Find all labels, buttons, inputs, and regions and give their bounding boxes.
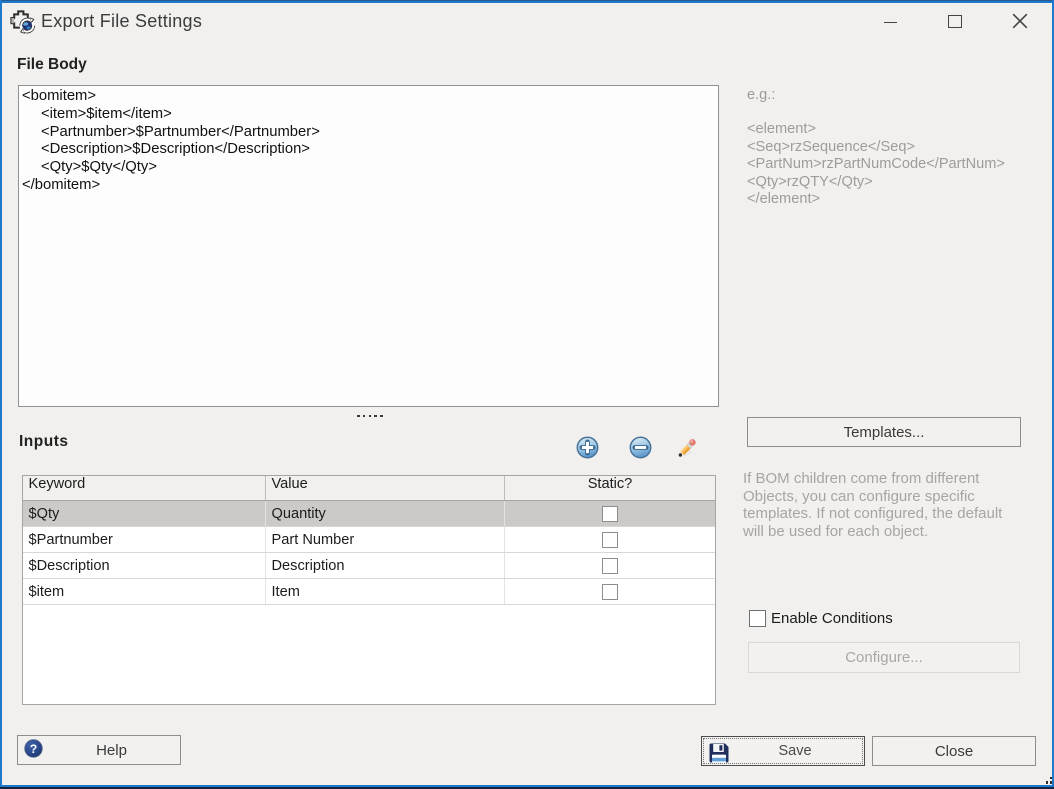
- svg-text:?: ?: [30, 742, 37, 756]
